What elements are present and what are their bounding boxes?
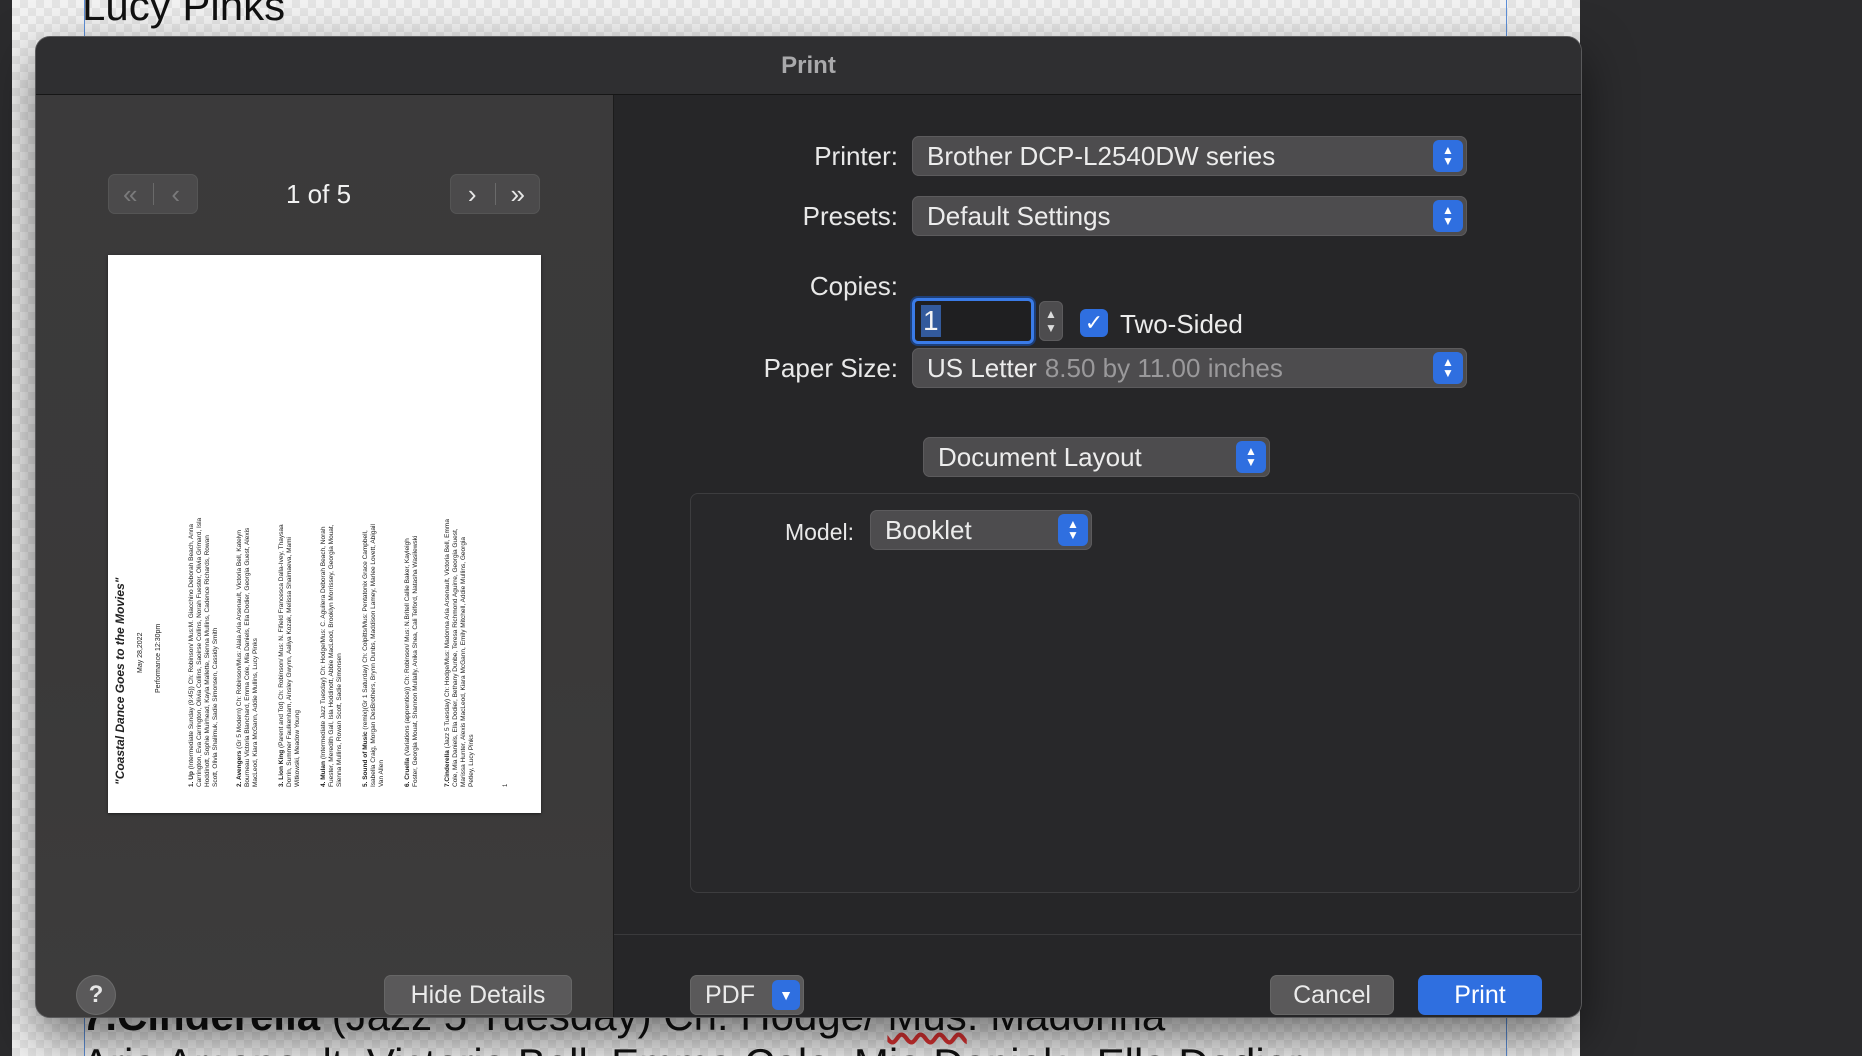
doc-text-top: Lucy Pinks xyxy=(82,0,286,29)
two-sided-checkbox[interactable]: ✓ xyxy=(1080,309,1108,337)
dialog-title: Print xyxy=(781,51,836,79)
printer-label: Printer: xyxy=(814,141,898,171)
up-down-chevron-icon: ▲ ▼ xyxy=(1433,140,1463,172)
chevron-left-icon: ‹ xyxy=(171,178,181,209)
presets-label: Presets: xyxy=(802,201,898,231)
help-button[interactable]: ? xyxy=(76,975,116,1015)
preview-entry: 3. Lion King (Parent and Tot) Ch: Robins… xyxy=(278,524,301,787)
copies-label: Copies: xyxy=(809,271,898,301)
preview-page-number: 1 xyxy=(503,783,509,787)
chevron-right-icon: › xyxy=(467,178,477,209)
dialog-titlebar: Print xyxy=(36,37,1581,95)
print-dialog: Print « ‹ 1 of 5 › » "Coastal Dance Goes… xyxy=(36,37,1581,1017)
hide-details-button[interactable]: Hide Details xyxy=(384,975,572,1015)
last-page-button[interactable]: » xyxy=(496,174,541,214)
chevron-down-icon: ▼ xyxy=(1045,321,1057,335)
paper-size-detail: 8.50 by 11.00 inches xyxy=(1044,352,1283,383)
preview-title: "Coastal Dance Goes to the Movies" xyxy=(113,577,127,785)
presets-select[interactable]: Default Settings ▲ ▼ xyxy=(912,196,1467,236)
preview-pane: « ‹ 1 of 5 › » "Coastal Dance Goes to th… xyxy=(36,95,614,1017)
pdf-label: PDF xyxy=(705,980,755,1009)
paper-size-select[interactable]: US Letter 8.50 by 11.00 inches ▲ ▼ xyxy=(912,348,1467,388)
model-select[interactable]: Booklet ▲ ▼ xyxy=(870,510,1092,550)
preview-entry: 1. Up (Intermediate Sunday (9:45)) Ch: R… xyxy=(188,517,219,787)
preview-time: Performance 12:30pm xyxy=(155,623,162,693)
chevron-down-icon: ▼ xyxy=(772,980,800,1010)
checkmark-icon: ✓ xyxy=(1084,310,1104,335)
up-down-chevron-icon: ▲ ▼ xyxy=(1433,352,1463,384)
chevron-up-icon: ▲ xyxy=(1045,307,1057,321)
pdf-menu-button[interactable]: PDF ▼ xyxy=(690,975,804,1015)
preview-entry: 6. Cruella (Variations (apprentice)) Ch:… xyxy=(404,535,419,787)
help-icon: ? xyxy=(88,981,104,1008)
previous-page-button[interactable]: ‹ xyxy=(154,174,199,214)
page-preview-content: "Coastal Dance Goes to the Movies" May 2… xyxy=(108,255,541,813)
double-chevron-left-icon: « xyxy=(123,178,138,209)
copies-stepper[interactable]: ▲ ▼ xyxy=(1039,301,1063,341)
section-value: Document Layout xyxy=(938,441,1142,472)
first-page-button[interactable]: « xyxy=(108,174,153,214)
nav-back-group: « ‹ xyxy=(108,174,198,214)
printer-value: Brother DCP-L2540DW series xyxy=(927,140,1276,171)
cancel-button[interactable]: Cancel xyxy=(1270,975,1394,1015)
model-label: Model: xyxy=(784,519,854,545)
copies-input[interactable]: 1 xyxy=(912,298,1034,344)
up-down-chevron-icon: ▲ ▼ xyxy=(1058,514,1088,546)
nav-forward-group: › » xyxy=(450,174,540,214)
footer-divider xyxy=(614,934,1581,935)
double-chevron-right-icon: » xyxy=(510,178,525,209)
page-preview[interactable]: "Coastal Dance Goes to the Movies" May 2… xyxy=(108,255,541,813)
next-page-button[interactable]: › xyxy=(450,174,495,214)
copies-value: 1 xyxy=(921,305,941,337)
section-panel xyxy=(690,493,1580,893)
up-down-chevron-icon: ▲ ▼ xyxy=(1433,200,1463,232)
preview-entry: 7.Cinderella (Jazz 5 Tuesday) Ch: Hodge/… xyxy=(444,519,475,787)
preview-entry: 2. Avengers (Gr 5 Modern) Ch: Robinson/M… xyxy=(236,527,259,787)
paper-size-label: Paper Size: xyxy=(763,353,898,383)
section-select[interactable]: Document Layout ▲ ▼ xyxy=(923,437,1270,477)
printer-select[interactable]: Brother DCP-L2540DW series ▲ ▼ xyxy=(912,136,1467,176)
model-value: Booklet xyxy=(885,514,972,545)
doc-text-bottom-2: Aria Arsenault, Victoria Bell, Emma Cole… xyxy=(82,1040,1302,1056)
preview-date: May 28,2022 xyxy=(137,632,144,673)
preview-entry: 4. Mulan (Intermediate Jazz Tuesday) Ch:… xyxy=(320,524,343,787)
page-count: 1 of 5 xyxy=(286,179,352,209)
presets-value: Default Settings xyxy=(927,200,1111,231)
print-button[interactable]: Print xyxy=(1418,975,1542,1015)
two-sided-label[interactable]: Two-Sided xyxy=(1120,309,1243,340)
up-down-chevron-icon: ▲ ▼ xyxy=(1236,441,1266,473)
preview-entry: 5. Sound of Music (remix)(Gr 1 Saturday)… xyxy=(362,524,385,787)
paper-size-value: US Letter xyxy=(927,352,1037,383)
